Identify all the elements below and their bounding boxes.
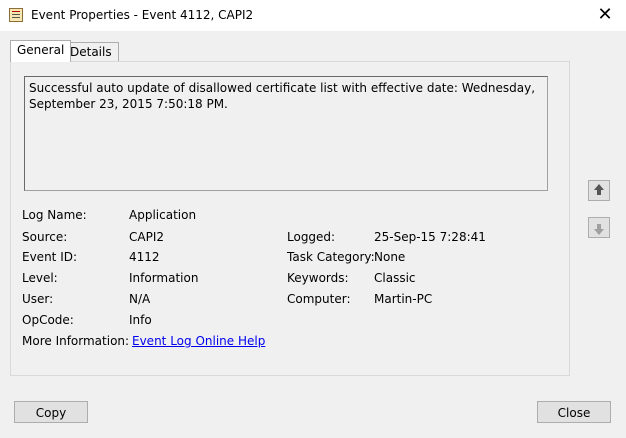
title-bar: Event Properties - Event 4112, CAPI2 ✕ bbox=[0, 0, 626, 31]
copy-button[interactable]: Copy bbox=[14, 401, 88, 423]
keywords-label: Keywords: bbox=[287, 271, 349, 285]
arrow-down-icon bbox=[594, 224, 604, 235]
event-log-online-help-link[interactable]: Event Log Online Help bbox=[132, 334, 265, 348]
level-label: Level: bbox=[22, 271, 58, 285]
close-icon[interactable]: ✕ bbox=[594, 4, 616, 26]
user-label: User: bbox=[22, 292, 54, 306]
log-name-value: Application bbox=[129, 208, 197, 222]
log-name-label: Log Name: bbox=[22, 208, 87, 222]
logged-label: Logged: bbox=[287, 230, 336, 244]
close-button[interactable]: Close bbox=[537, 401, 611, 423]
tab-general[interactable]: General bbox=[10, 40, 72, 62]
user-value: N/A bbox=[129, 292, 151, 306]
window-title: Event Properties - Event 4112, CAPI2 bbox=[31, 8, 254, 22]
previous-event-button[interactable] bbox=[588, 180, 610, 201]
level-value: Information bbox=[129, 271, 199, 285]
next-event-button[interactable] bbox=[588, 217, 610, 238]
computer-value: Martin-PC bbox=[374, 292, 433, 306]
tab-details[interactable]: Details bbox=[63, 42, 119, 62]
more-information-label: More Information: bbox=[22, 334, 130, 348]
arrow-up-icon bbox=[594, 184, 604, 195]
task-category-label: Task Category: bbox=[287, 250, 375, 264]
keywords-value: Classic bbox=[374, 271, 416, 285]
event-id-value: 4112 bbox=[129, 250, 160, 264]
opcode-value: Info bbox=[129, 313, 152, 327]
source-value: CAPI2 bbox=[129, 230, 164, 244]
opcode-label: OpCode: bbox=[22, 313, 74, 327]
event-id-label: Event ID: bbox=[22, 250, 78, 264]
computer-label: Computer: bbox=[287, 292, 351, 306]
task-category-value: None bbox=[374, 250, 406, 264]
logged-value: 25-Sep-15 7:28:41 bbox=[374, 230, 486, 244]
event-viewer-icon bbox=[9, 8, 23, 22]
source-label: Source: bbox=[22, 230, 68, 244]
event-description[interactable]: Successful auto update of disallowed cer… bbox=[24, 76, 548, 191]
